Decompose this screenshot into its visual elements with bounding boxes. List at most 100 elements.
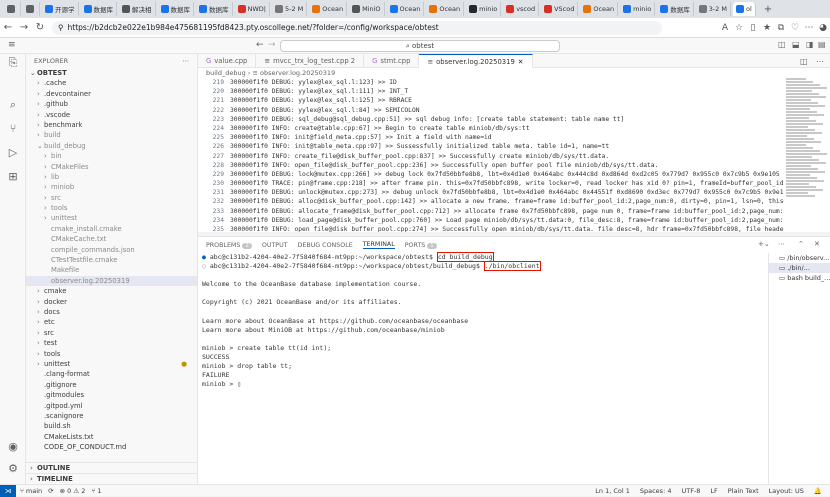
browser-tab[interactable]: Ocean bbox=[387, 2, 425, 16]
toggle-secondary-sidebar-icon[interactable]: ◨ bbox=[806, 40, 814, 49]
file-item[interactable]: cmake_install.cmake bbox=[26, 224, 197, 234]
breadcrumb-folder[interactable]: build_debug bbox=[206, 69, 246, 77]
folder-item[interactable]: › benchmark bbox=[26, 120, 197, 130]
close-panel-icon[interactable]: ✕ bbox=[814, 240, 820, 248]
browser-tab[interactable]: minio bbox=[620, 2, 656, 16]
language-mode[interactable]: Plain Text bbox=[728, 487, 759, 495]
folder-item[interactable]: › miniob bbox=[26, 182, 197, 192]
browser-tab[interactable]: NWD| bbox=[235, 2, 270, 16]
browser-tab[interactable]: Ocean bbox=[580, 2, 619, 16]
customize-layout-icon[interactable]: ▤ bbox=[818, 40, 826, 49]
settings-gear-icon[interactable]: ⚙ bbox=[6, 462, 20, 476]
folder-item[interactable]: › bin bbox=[26, 151, 197, 161]
command-center[interactable]: ⌕ obtest bbox=[280, 40, 560, 52]
keyboard-layout[interactable]: Layout: US bbox=[769, 487, 804, 495]
account-icon[interactable]: ◉ bbox=[6, 440, 20, 454]
url-field[interactable]: ⚲ https://b2dcb2e022e1b984e475681195fd84… bbox=[52, 20, 662, 35]
file-item[interactable]: .gitpod.yml bbox=[26, 401, 197, 411]
ports-status[interactable]: ⑂ 1 bbox=[91, 487, 101, 495]
folder-item[interactable]: › cmake bbox=[26, 286, 197, 296]
panel-tab[interactable]: DEBUG CONSOLE bbox=[298, 242, 353, 249]
menu-icon[interactable]: ≡ bbox=[8, 40, 16, 50]
browser-tab[interactable] bbox=[4, 2, 21, 16]
read-aloud-icon[interactable]: A bbox=[718, 23, 732, 33]
browser-tab[interactable]: 数据库 bbox=[81, 2, 117, 16]
folder-item[interactable]: › .github bbox=[26, 99, 197, 109]
favorite-icon[interactable]: ☆ bbox=[732, 23, 746, 33]
new-tab-icon[interactable]: + bbox=[764, 4, 772, 15]
folder-item[interactable]: › unittest ● bbox=[26, 359, 197, 369]
browser-tab[interactable]: ol bbox=[733, 2, 756, 16]
file-item[interactable]: CTestTestfile.cmake bbox=[26, 255, 197, 265]
run-debug-icon[interactable]: ▷ bbox=[6, 146, 20, 160]
code-editor[interactable]: 219 300000f1f0 DEBUG: yylex@lex_sql.l:123… bbox=[198, 78, 784, 232]
file-item[interactable]: Makefile bbox=[26, 265, 197, 275]
editor-tab[interactable]: ≡ observer.log.20250319 ✕ bbox=[419, 54, 533, 68]
file-item[interactable]: .clang-format bbox=[26, 369, 197, 379]
folder-item[interactable]: › .vscode bbox=[26, 110, 197, 120]
browser-tab[interactable]: minio bbox=[466, 2, 502, 16]
file-item[interactable]: .scanignore bbox=[26, 411, 197, 421]
folder-item[interactable]: › docs bbox=[26, 307, 197, 317]
browser-tab[interactable]: 开源学 bbox=[42, 2, 79, 16]
file-item[interactable]: compile_commands.json bbox=[26, 245, 197, 255]
maximize-panel-icon[interactable]: ⌃ bbox=[798, 240, 804, 248]
browser-tab[interactable]: 3-2 M bbox=[696, 2, 731, 16]
collections-icon[interactable]: ⧉ bbox=[774, 23, 788, 33]
folder-item[interactable]: › tools bbox=[26, 349, 197, 359]
breadcrumb-file[interactable]: observer.log.20250319 bbox=[260, 69, 335, 77]
editor-tab[interactable]: ≡ mvcc_trx_log_test.cpp 2 bbox=[256, 54, 365, 68]
indentation[interactable]: Spaces: 4 bbox=[640, 487, 672, 495]
copilot-icon[interactable]: ◕ bbox=[816, 23, 830, 33]
editor-tab[interactable]: Gstmt.cpp bbox=[364, 54, 420, 68]
terminal-instance[interactable]: ▭ ./bin/... bbox=[769, 263, 830, 273]
folder-item[interactable]: › CMakeFiles bbox=[26, 162, 197, 172]
favorites-bar-icon[interactable]: ★ bbox=[760, 23, 774, 33]
panel-more-icon[interactable]: ⋯ bbox=[778, 240, 785, 248]
browser-tab[interactable]: Ocean bbox=[309, 2, 348, 16]
terminal[interactable]: ● abc@c131b2-4204-40e2-7f5840f684-mt9pp:… bbox=[198, 252, 766, 485]
back-icon[interactable]: ← bbox=[0, 22, 16, 33]
notifications-icon[interactable]: 🔔 bbox=[814, 487, 822, 495]
minimap[interactable] bbox=[784, 78, 830, 232]
browser-tab[interactable]: VScod bbox=[541, 2, 579, 16]
problems-status[interactable]: ⊗ 0 ⚠ 2 bbox=[60, 487, 86, 495]
file-item[interactable]: observer.log.20250319 bbox=[26, 275, 197, 287]
search-icon[interactable]: ⌕ bbox=[6, 98, 20, 112]
browser-tab[interactable]: 5-2 M bbox=[272, 2, 308, 16]
browser-tab[interactable] bbox=[23, 2, 40, 16]
editor-more-icon[interactable]: ⋯ bbox=[816, 57, 824, 66]
new-terminal-icon[interactable]: +⌄ bbox=[758, 240, 770, 248]
forward-icon[interactable]: → bbox=[16, 22, 32, 33]
folder-item[interactable]: › lib bbox=[26, 172, 197, 182]
remote-icon[interactable]: ⋊ bbox=[0, 484, 16, 497]
folder-item[interactable]: › .devcontainer bbox=[26, 89, 197, 99]
browser-tab[interactable]: 数据库 bbox=[196, 2, 233, 16]
file-item[interactable]: build.sh bbox=[26, 421, 197, 431]
file-item[interactable]: CODE_OF_CONDUCT.md bbox=[26, 442, 197, 452]
end-of-line[interactable]: LF bbox=[710, 487, 717, 495]
branch-name[interactable]: main bbox=[26, 487, 42, 495]
folder-item[interactable]: › src bbox=[26, 328, 197, 338]
close-tab-icon[interactable]: ✕ bbox=[518, 58, 524, 66]
editor-tab[interactable]: Gvalue.cpp bbox=[198, 54, 257, 68]
browser-tab[interactable]: 数据库 bbox=[657, 2, 694, 16]
panel-tab[interactable]: PROBLEMS 2 bbox=[206, 242, 252, 249]
browser-essentials-icon[interactable]: ♡ bbox=[788, 23, 802, 33]
timeline-section[interactable]: › TIMELINE bbox=[26, 473, 197, 483]
split-screen-icon[interactable]: ▯ bbox=[746, 23, 760, 33]
file-item[interactable]: .gitmodules bbox=[26, 390, 197, 400]
file-item[interactable]: CMakeLists.txt bbox=[26, 432, 197, 442]
nav-forward-icon[interactable]: → bbox=[268, 40, 276, 50]
source-control-icon[interactable]: ⑂ bbox=[6, 122, 20, 136]
toggle-sidebar-icon[interactable]: ◫ bbox=[778, 40, 786, 49]
more-icon[interactable]: ⋯ bbox=[802, 23, 816, 33]
toggle-panel-icon[interactable]: ⬓ bbox=[792, 40, 800, 49]
folder-item[interactable]: › .cache bbox=[26, 78, 197, 88]
terminal-instance[interactable]: ▭ /bin/observ... bbox=[769, 253, 830, 263]
files-icon[interactable]: ⎘ bbox=[6, 56, 20, 70]
folder-item[interactable]: › unittest bbox=[26, 213, 197, 223]
reload-icon[interactable]: ↻ bbox=[32, 22, 48, 33]
file-item[interactable]: .gitignore bbox=[26, 380, 197, 390]
sync-icon[interactable]: ⟳ bbox=[48, 487, 53, 495]
